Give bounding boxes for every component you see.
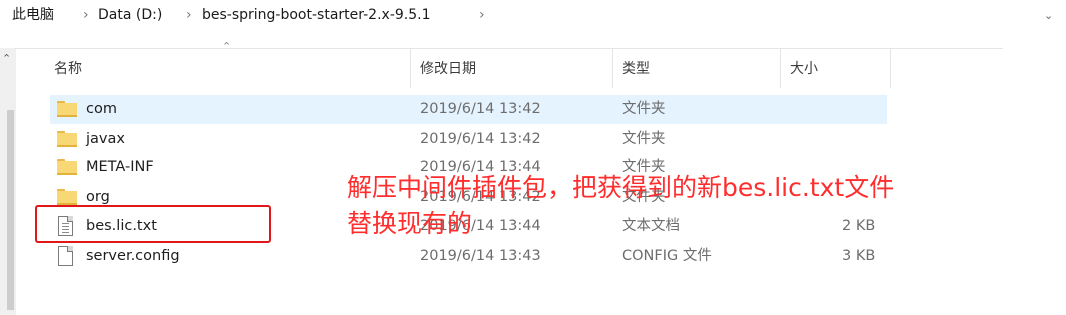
header-divider — [14, 48, 1003, 49]
scroll-up-icon[interactable]: ⌃ — [2, 52, 11, 65]
folder-icon — [57, 131, 77, 147]
annotation-text-line2: 替换现有的 — [347, 209, 473, 238]
column-divider[interactable] — [410, 48, 411, 88]
file-icon — [58, 246, 73, 266]
file-type: 文件夹 — [622, 101, 666, 117]
breadcrumb-this-pc[interactable]: 此电脑 — [12, 4, 54, 26]
file-date: 2019/6/14 13:43 — [420, 248, 541, 264]
annotation-text-line1: 解压中间件插件包，把获得到的新bes.lic.txt文件 — [347, 173, 895, 202]
file-name: server.config — [86, 248, 180, 264]
file-size: 2 KB — [842, 218, 876, 234]
folder-icon — [57, 189, 77, 205]
breadcrumb-folder[interactable]: bes-spring-boot-starter-2.x-9.5.1 — [202, 4, 431, 26]
file-name: com — [86, 101, 117, 117]
file-date: 2019/6/14 13:42 — [420, 131, 541, 147]
column-header-name[interactable]: 名称 — [54, 58, 82, 80]
column-divider[interactable] — [780, 48, 781, 88]
column-header-size[interactable]: 大小 — [790, 58, 818, 80]
file-type: 文本文档 — [622, 218, 680, 234]
highlight-box — [35, 205, 271, 243]
file-row-server-config[interactable]: server.config 2019/6/14 13:43 CONFIG 文件 … — [50, 242, 887, 271]
folder-icon — [57, 159, 77, 175]
file-row-javax[interactable]: javax 2019/6/14 13:42 文件夹 — [50, 125, 887, 154]
file-date: 2019/6/14 13:42 — [420, 101, 541, 117]
column-divider[interactable] — [612, 48, 613, 88]
address-dropdown-icon[interactable]: ⌄ — [1044, 9, 1053, 22]
column-header-type[interactable]: 类型 — [622, 58, 650, 80]
column-divider[interactable] — [890, 48, 891, 88]
breadcrumb-separator[interactable]: › — [83, 4, 89, 26]
breadcrumb-drive[interactable]: Data (D:) — [98, 4, 162, 26]
file-type: CONFIG 文件 — [622, 248, 712, 264]
file-type: 文件夹 — [622, 131, 666, 147]
sort-ascending-icon: ⌃ — [222, 40, 232, 53]
folder-icon — [57, 101, 77, 117]
file-name: javax — [86, 131, 125, 147]
column-header-date[interactable]: 修改日期 — [420, 58, 476, 80]
breadcrumb-separator[interactable]: › — [479, 4, 485, 26]
file-row-com[interactable]: com 2019/6/14 13:42 文件夹 — [50, 95, 887, 124]
breadcrumb-separator[interactable]: › — [186, 4, 192, 26]
file-size: 3 KB — [842, 248, 876, 264]
scrollbar-thumb[interactable] — [7, 110, 14, 310]
file-name: META-INF — [86, 159, 154, 175]
